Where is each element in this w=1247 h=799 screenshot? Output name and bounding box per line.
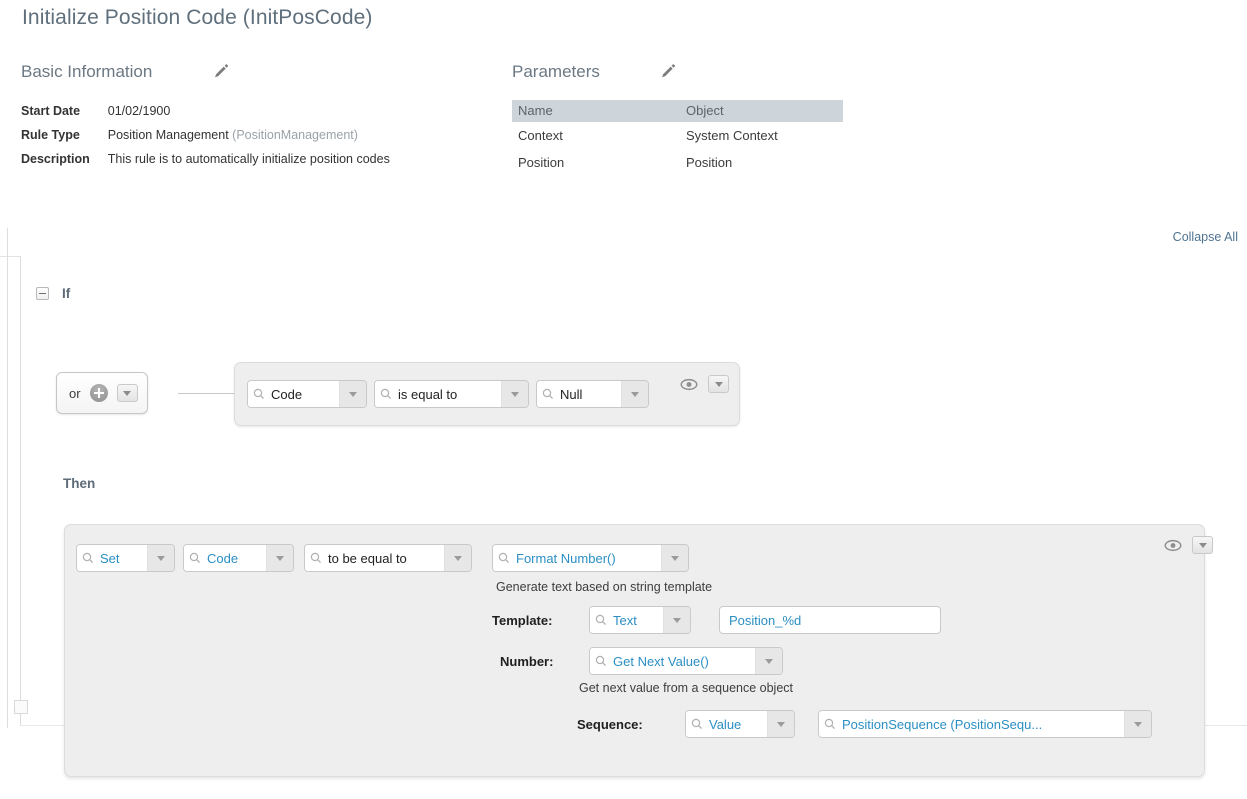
rule-type-value: Position Management (PositionManagement) bbox=[108, 128, 390, 152]
search-icon bbox=[248, 381, 270, 407]
rule-bottom-connector bbox=[14, 710, 15, 712]
format-number-description: Generate text based on string template bbox=[496, 580, 713, 594]
search-icon bbox=[537, 381, 559, 407]
start-date-label: Start Date bbox=[21, 104, 81, 118]
action-function-select[interactable]: Format Number() bbox=[492, 544, 689, 572]
chevron-down-icon[interactable] bbox=[266, 545, 293, 571]
chevron-down-icon[interactable] bbox=[339, 381, 366, 407]
sequence-label: Sequence: bbox=[577, 717, 643, 732]
template-type-select[interactable]: Text bbox=[589, 606, 691, 634]
condition-value-text: Null bbox=[559, 381, 621, 407]
description-label: Description bbox=[21, 152, 90, 166]
collapse-if-toggle-icon[interactable] bbox=[36, 287, 49, 300]
get-next-value-description: Get next value from a sequence object bbox=[579, 681, 794, 695]
search-icon bbox=[686, 711, 708, 737]
condition-card: Code is equal to Null bbox=[234, 362, 740, 426]
action-card-controls bbox=[1164, 536, 1213, 554]
sequence-object-value: PositionSequence (PositionSequ... bbox=[841, 711, 1124, 737]
eye-icon[interactable] bbox=[1164, 539, 1182, 552]
search-icon bbox=[305, 545, 327, 571]
search-icon bbox=[77, 545, 99, 571]
rule-bottom-toggle[interactable] bbox=[14, 700, 28, 714]
search-icon bbox=[184, 545, 206, 571]
parameter-name: Context bbox=[518, 128, 563, 143]
search-icon bbox=[375, 381, 397, 407]
chevron-down-icon[interactable] bbox=[621, 381, 648, 407]
condition-value-select[interactable]: Null bbox=[536, 380, 649, 408]
start-date-value: 01/02/1900 bbox=[107, 104, 171, 118]
column-header-name: Name bbox=[512, 100, 678, 122]
operator-label: or bbox=[69, 385, 81, 401]
table-row: Context System Context bbox=[512, 122, 843, 149]
template-type-value: Text bbox=[612, 607, 663, 633]
boolean-operator-or[interactable]: or bbox=[56, 372, 148, 414]
table-row: Rule Type Position Management (PositionM… bbox=[21, 128, 390, 152]
search-icon bbox=[819, 711, 841, 737]
chevron-down-icon[interactable] bbox=[147, 545, 174, 571]
table-row: Start Date 01/02/1900 bbox=[21, 104, 390, 128]
operator-menu-caret-down-icon[interactable] bbox=[116, 384, 138, 402]
condition-menu-caret-down-icon[interactable] bbox=[708, 375, 729, 393]
action-target-value: Code bbox=[206, 545, 266, 571]
edit-parameters-pencil-icon[interactable] bbox=[659, 63, 677, 81]
table-row: Description This rule is to automaticall… bbox=[21, 152, 390, 176]
chevron-down-icon[interactable] bbox=[501, 381, 528, 407]
rule-type-label: Rule Type bbox=[21, 128, 80, 142]
operator-connector-line bbox=[178, 393, 236, 394]
parameter-object: System Context bbox=[686, 128, 778, 143]
if-label: If bbox=[62, 286, 71, 301]
if-block-header: If bbox=[36, 286, 70, 301]
number-label: Number: bbox=[500, 654, 554, 669]
action-verb-value: Set bbox=[99, 545, 147, 571]
rule-type-name: Position Management bbox=[107, 128, 229, 142]
add-condition-plus-circle-icon[interactable] bbox=[89, 384, 108, 402]
action-comparator-select[interactable]: to be equal to bbox=[304, 544, 472, 572]
template-value-input[interactable] bbox=[719, 606, 941, 634]
chevron-down-icon[interactable] bbox=[444, 545, 471, 571]
parameter-name: Position bbox=[518, 155, 565, 170]
condition-comparator-select[interactable]: is equal to bbox=[374, 380, 529, 408]
basic-information-table: Start Date 01/02/1900 Rule Type Position… bbox=[21, 104, 390, 176]
search-icon bbox=[590, 648, 612, 674]
description-value: This rule is to automatically initialize… bbox=[107, 152, 390, 166]
search-icon bbox=[493, 545, 515, 571]
collapse-all-link[interactable]: Collapse All bbox=[1173, 230, 1238, 244]
condition-subject-value: Code bbox=[270, 381, 339, 407]
parameter-object: Position bbox=[686, 155, 733, 170]
condition-card-controls bbox=[680, 375, 729, 393]
action-comparator-value: to be equal to bbox=[327, 545, 444, 571]
condition-comparator-value: is equal to bbox=[397, 381, 501, 407]
edit-basic-information-pencil-icon[interactable] bbox=[212, 63, 230, 81]
action-menu-caret-down-icon[interactable] bbox=[1192, 536, 1213, 554]
eye-icon[interactable] bbox=[680, 378, 698, 391]
then-label: Then bbox=[63, 476, 96, 491]
then-action-card: Set Code to be equal to Format Number() … bbox=[64, 524, 1213, 777]
search-icon bbox=[590, 607, 612, 633]
rule-left-rail bbox=[7, 228, 8, 728]
parameters-header-row: Name Object bbox=[512, 100, 843, 122]
action-verb-select[interactable]: Set bbox=[76, 544, 175, 572]
page-title: Initialize Position Code (InitPosCode) bbox=[22, 6, 373, 29]
chevron-down-icon[interactable] bbox=[661, 545, 688, 571]
template-label: Template: bbox=[492, 613, 553, 628]
chevron-down-icon[interactable] bbox=[767, 711, 794, 737]
number-function-select[interactable]: Get Next Value() bbox=[589, 647, 783, 675]
chevron-down-icon[interactable] bbox=[1124, 711, 1151, 737]
sequence-object-select[interactable]: PositionSequence (PositionSequ... bbox=[818, 710, 1152, 738]
column-header-object: Object bbox=[678, 100, 843, 122]
table-row: Position Position bbox=[512, 149, 843, 176]
action-function-value: Format Number() bbox=[515, 545, 661, 571]
action-target-select[interactable]: Code bbox=[183, 544, 294, 572]
sequence-type-value: Value bbox=[708, 711, 767, 737]
parameters-table: Name Object Context System Context Posit… bbox=[512, 100, 843, 176]
number-function-value: Get Next Value() bbox=[612, 648, 755, 674]
chevron-down-icon[interactable] bbox=[755, 648, 782, 674]
sequence-type-select[interactable]: Value bbox=[685, 710, 795, 738]
basic-information-heading: Basic Information bbox=[21, 62, 153, 81]
chevron-down-icon[interactable] bbox=[663, 607, 690, 633]
rule-type-code: (PositionManagement) bbox=[232, 128, 358, 142]
condition-subject-select[interactable]: Code bbox=[247, 380, 367, 408]
parameters-heading: Parameters bbox=[512, 62, 600, 81]
